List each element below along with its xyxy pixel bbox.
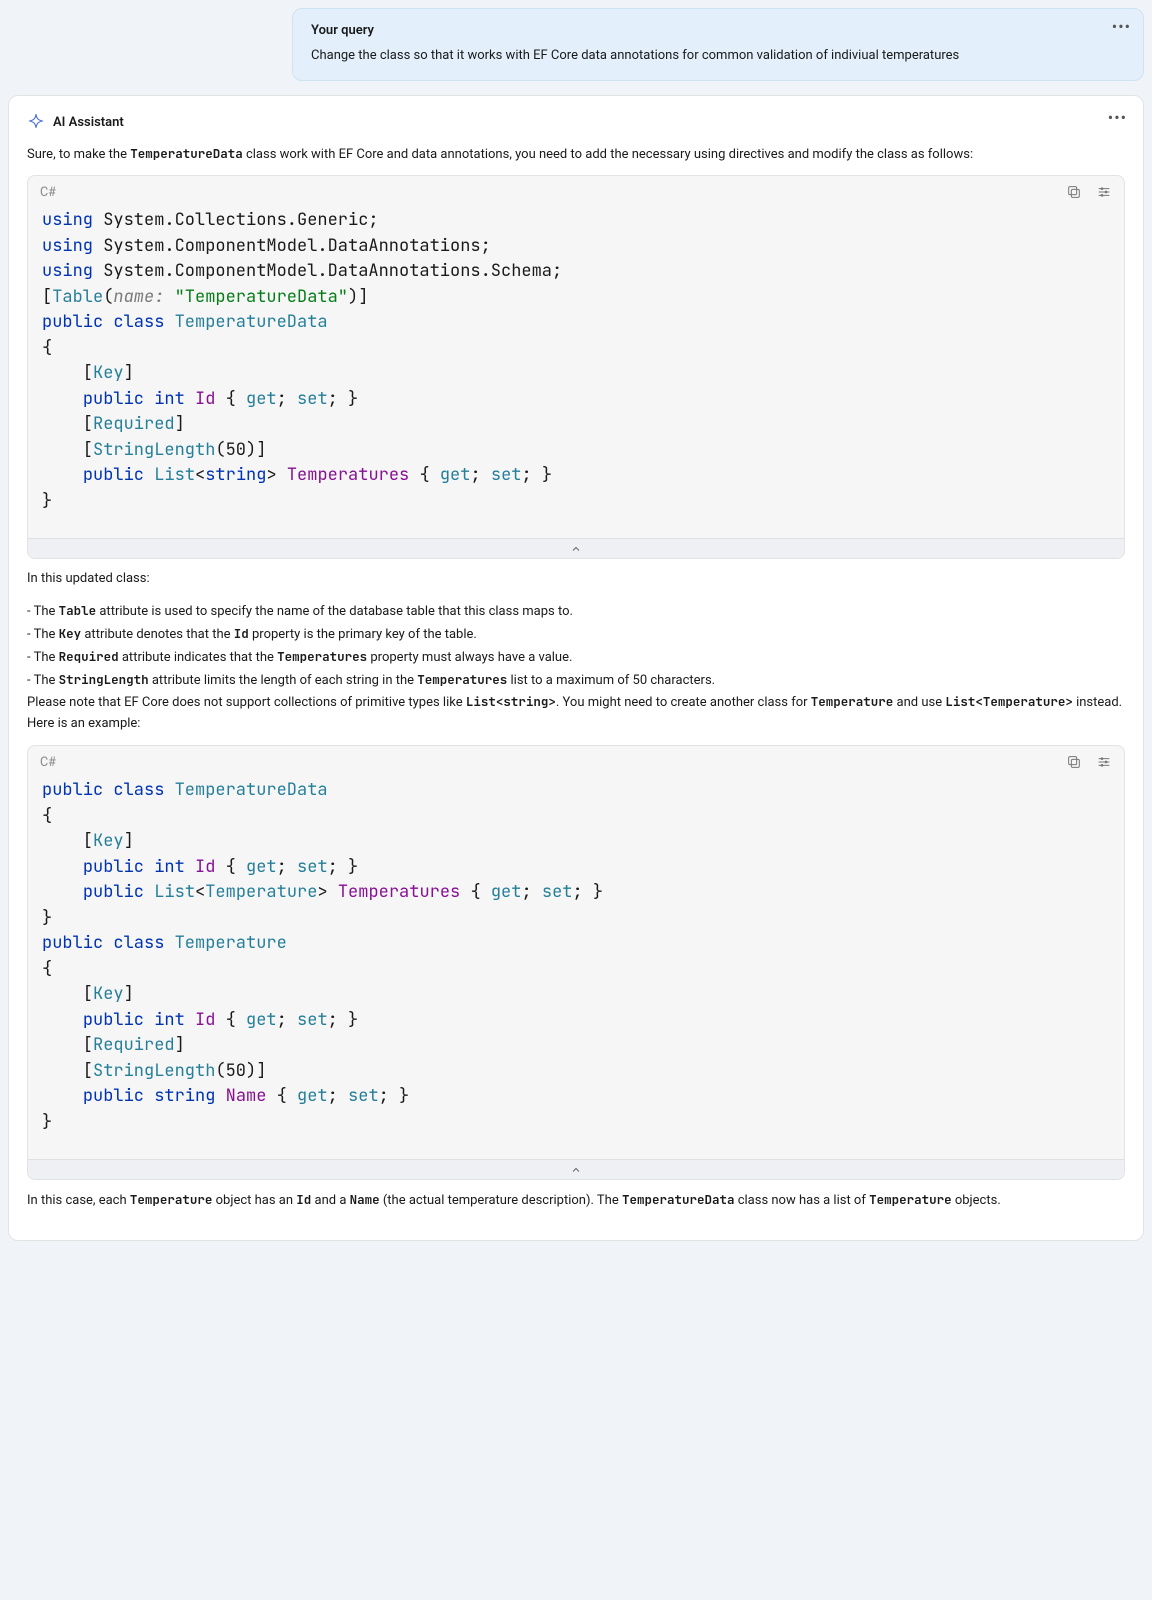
query-title: Your query — [311, 23, 1125, 38]
code-block-2: C# public class TemperatureData { [Key] … — [27, 745, 1125, 1180]
bullet-2: The Key attribute denotes that the Id pr… — [27, 623, 1125, 646]
collapse-chevron-icon[interactable] — [28, 538, 1124, 558]
collapse-chevron-icon[interactable] — [28, 1159, 1124, 1179]
code-lang-label: C# — [40, 185, 56, 200]
user-query-card: ••• Your query Change the class so that … — [292, 8, 1144, 81]
code-content-1[interactable]: using System.Collections.Generic; using … — [28, 200, 1124, 538]
intro-paragraph: Sure, to make the TemperatureData class … — [27, 144, 1125, 166]
bullet-1: The Table attribute is used to specify t… — [27, 600, 1125, 623]
code-block-1: C# using System.Collections.Generic; usi… — [27, 175, 1125, 559]
copy-icon[interactable] — [1066, 184, 1082, 200]
assistant-name: AI Assistant — [53, 115, 124, 130]
explain-lead: In this updated class: — [27, 569, 1125, 590]
closing-paragraph: In this case, each Temperature object ha… — [27, 1190, 1125, 1212]
note-paragraph: Please note that EF Core does not suppor… — [27, 692, 1125, 735]
copy-icon[interactable] — [1066, 754, 1082, 770]
code-lang-label: C# — [40, 755, 56, 770]
bullet-4: The StringLength attribute limits the le… — [27, 669, 1125, 692]
assistant-header: AI Assistant — [27, 112, 1125, 134]
settings-icon[interactable] — [1096, 754, 1112, 770]
assistant-logo-icon — [27, 112, 45, 134]
code-content-2[interactable]: public class TemperatureData { [Key] pub… — [28, 770, 1124, 1159]
settings-icon[interactable] — [1096, 184, 1112, 200]
query-more-icon[interactable]: ••• — [1112, 17, 1131, 36]
assistant-response-card: ••• AI Assistant Sure, to make the Tempe… — [8, 95, 1144, 1241]
query-text: Change the class so that it works with E… — [311, 46, 1125, 66]
bullet-3: The Required attribute indicates that th… — [27, 646, 1125, 669]
assistant-more-icon[interactable]: ••• — [1108, 108, 1127, 127]
